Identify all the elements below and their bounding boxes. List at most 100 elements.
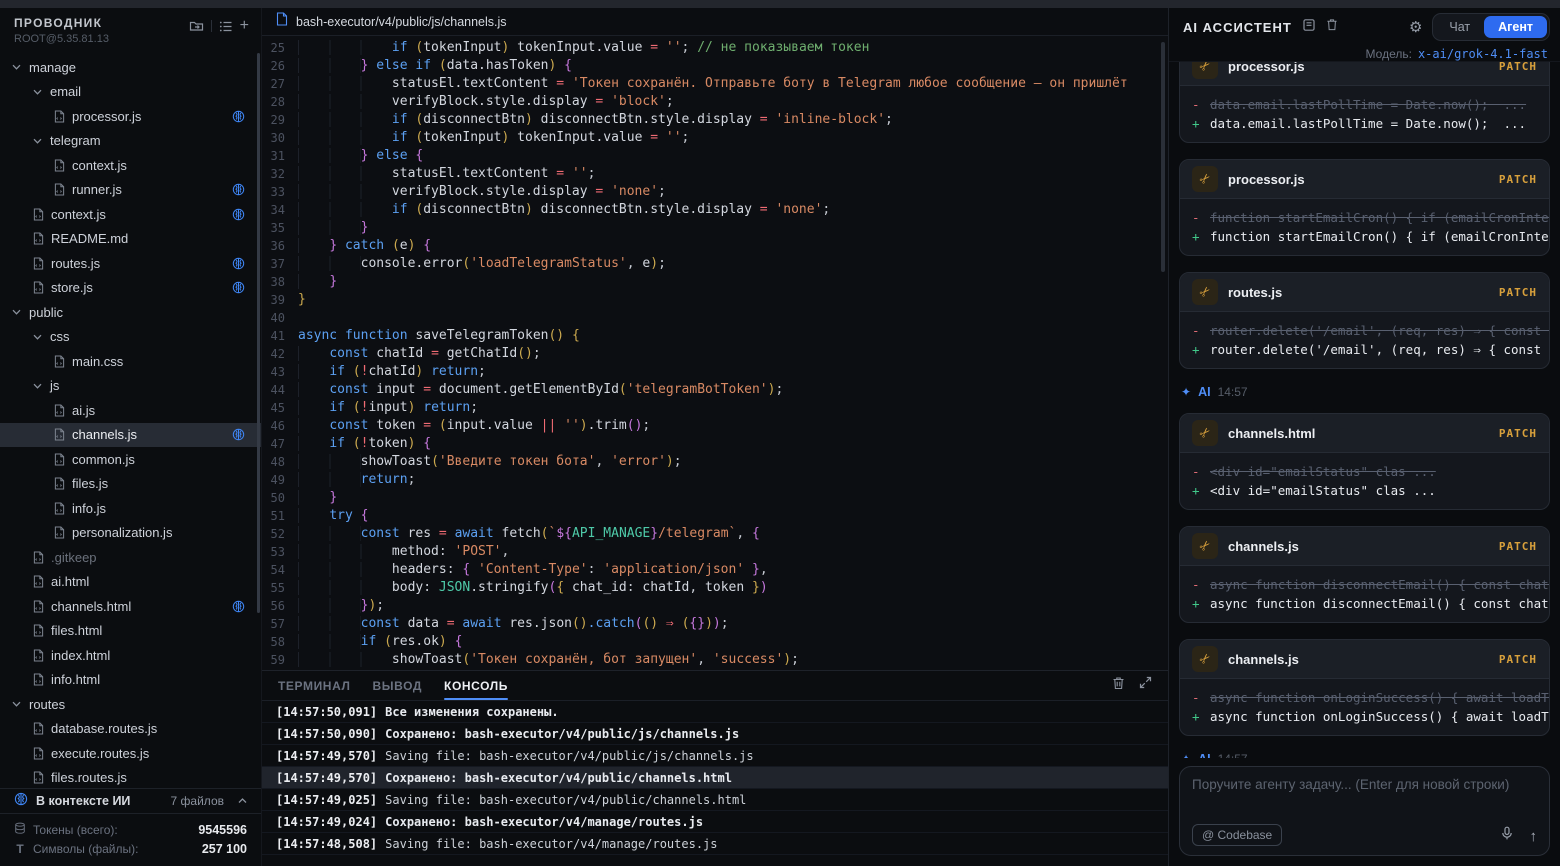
- symbols-label: Символы (файлы):: [33, 842, 138, 856]
- line-number: 25: [262, 39, 298, 57]
- file-icon: [54, 183, 65, 196]
- patch-card-processor.js[interactable]: ✂processor.jsPATCH-data.email.lastPollTi…: [1179, 62, 1550, 143]
- file-icon: [33, 232, 44, 245]
- message-meta-AI: ✦AI14:57: [1181, 385, 1548, 399]
- chevron-up-icon[interactable]: [238, 798, 247, 804]
- trash-icon[interactable]: [1326, 18, 1338, 36]
- list-view-icon[interactable]: [219, 20, 233, 33]
- line-number: 30: [262, 129, 298, 147]
- mode-toggle: Чат Агент: [1432, 13, 1550, 41]
- tree-file-README.md[interactable]: README.md: [0, 227, 261, 252]
- symbols-value: 257 100: [202, 842, 247, 856]
- tab-output[interactable]: ВЫВОД: [373, 671, 423, 700]
- tree-scrollbar[interactable]: [257, 53, 260, 613]
- patch-card-channels.js[interactable]: ✂channels.jsPATCH-async function onLogin…: [1179, 639, 1550, 736]
- line-number: 56: [262, 597, 298, 615]
- tab-terminal[interactable]: ТЕРМИНАЛ: [278, 671, 351, 700]
- microphone-icon[interactable]: [1500, 826, 1514, 846]
- console-log: [14:57:50,091]Все изменения сохранены.[1…: [262, 701, 1168, 866]
- message-meta-AI: ✦AI14:57: [1181, 752, 1548, 758]
- editor-scrollbar[interactable]: [1161, 42, 1165, 272]
- line-number: 29: [262, 111, 298, 129]
- database-icon: [14, 822, 26, 838]
- send-icon[interactable]: ↑: [1530, 828, 1538, 845]
- notes-icon[interactable]: [1302, 18, 1316, 37]
- code-line-28: 28 verifyBlock.style.display = 'block';: [262, 93, 1168, 111]
- tree-file-execute.routes.js[interactable]: execute.routes.js: [0, 741, 261, 766]
- add-file-icon[interactable]: +: [240, 20, 249, 32]
- tokens-label: Токены (всего):: [33, 823, 118, 837]
- tree-file-context.js[interactable]: context.js: [0, 153, 261, 178]
- tree-folder-email[interactable]: email: [0, 80, 261, 105]
- code-line-42: 42 const chatId = getChatId();: [262, 345, 1168, 363]
- line-number: 52: [262, 525, 298, 543]
- tree-file-store.js[interactable]: store.js: [0, 276, 261, 301]
- tree-file-ai.html[interactable]: ai.html: [0, 570, 261, 595]
- tree-file-info.js[interactable]: info.js: [0, 496, 261, 521]
- code-editor[interactable]: 25 if (tokenInput) tokenInput.value = ''…: [262, 36, 1168, 670]
- brain-icon: [232, 257, 245, 270]
- tree-folder-routes[interactable]: routes: [0, 692, 261, 717]
- codebase-chip[interactable]: @ Codebase: [1192, 824, 1282, 846]
- tree-file-processor.js[interactable]: processor.js: [0, 104, 261, 129]
- diff-added-line: +data.email.lastPollTime = Date.now(); .…: [1192, 114, 1537, 133]
- code-line-54: 54 headers: { 'Content-Type': 'applicati…: [262, 561, 1168, 579]
- code-line-27: 27 statusEl.textContent = 'Токен сохранё…: [262, 75, 1168, 93]
- tree-file-info.html[interactable]: info.html: [0, 668, 261, 693]
- tree-file-database.routes.js[interactable]: database.routes.js: [0, 717, 261, 742]
- model-value[interactable]: x-ai/grok-4.1-fast: [1418, 47, 1548, 61]
- scissors-icon: ✂: [1192, 166, 1218, 192]
- tree-file-files.routes.js[interactable]: files.routes.js: [0, 766, 261, 789]
- patch-card-channels.js[interactable]: ✂channels.jsPATCH-async function disconn…: [1179, 526, 1550, 623]
- trash-icon[interactable]: [1112, 676, 1125, 695]
- line-number: 43: [262, 363, 298, 381]
- tree-folder-js[interactable]: js: [0, 374, 261, 399]
- code-line-48: 48 showToast('Введите токен бота', 'erro…: [262, 453, 1168, 471]
- tree-file-context.js[interactable]: context.js: [0, 202, 261, 227]
- tab-console[interactable]: КОНСОЛЬ: [444, 671, 508, 700]
- tree-file-files.js[interactable]: files.js: [0, 472, 261, 497]
- message-time: 14:57: [1218, 385, 1248, 399]
- tree-file-runner.js[interactable]: runner.js: [0, 178, 261, 203]
- file-icon: [33, 575, 44, 588]
- console-log-row: [14:57:48,508]Saving file: bash-executor…: [262, 833, 1168, 855]
- line-number: 33: [262, 183, 298, 201]
- tree-file-main.css[interactable]: main.css: [0, 349, 261, 374]
- patch-card-routes.js[interactable]: ✂routes.jsPATCH-router.delete('/email', …: [1179, 272, 1550, 369]
- tree-folder-css[interactable]: css: [0, 325, 261, 350]
- patch-badge: PATCH: [1499, 653, 1537, 666]
- tree-file-routes.js[interactable]: routes.js: [0, 251, 261, 276]
- chevron-down-icon: [33, 334, 42, 340]
- tree-file-channels.html[interactable]: channels.html: [0, 594, 261, 619]
- tree-folder-telegram[interactable]: telegram: [0, 129, 261, 154]
- agent-task-input[interactable]: [1192, 777, 1537, 821]
- chevron-down-icon: [33, 89, 42, 95]
- code-line-34: 34 if (disconnectBtn) disconnectBtn.styl…: [262, 201, 1168, 219]
- tokens-stat: Токены (всего): 9545596: [14, 820, 247, 839]
- tree-file-common.js[interactable]: common.js: [0, 447, 261, 472]
- gear-icon[interactable]: ⚙: [1409, 18, 1422, 36]
- chevron-down-icon: [12, 64, 21, 70]
- tree-file-files.html[interactable]: files.html: [0, 619, 261, 644]
- open-file-path[interactable]: bash-executor/v4/public/js/channels.js: [296, 15, 507, 29]
- code-line-41: 41async function saveTelegramToken() {: [262, 327, 1168, 345]
- line-number: 37: [262, 255, 298, 273]
- ai-context-bar[interactable]: В контексте ИИ 7 файлов: [0, 788, 261, 814]
- patch-card-channels.html[interactable]: ✂channels.htmlPATCH-<div id="emailStatus…: [1179, 413, 1550, 510]
- tree-file-index.html[interactable]: index.html: [0, 643, 261, 668]
- message-author: AI: [1198, 752, 1211, 758]
- patch-card-processor.js[interactable]: ✂processor.jsPATCH-function startEmailCr…: [1179, 159, 1550, 256]
- chat-tab[interactable]: Чат: [1435, 16, 1484, 38]
- collapse-folders-icon[interactable]: [189, 19, 204, 33]
- file-icon: [54, 404, 65, 417]
- tree-file-ai.js[interactable]: ai.js: [0, 398, 261, 423]
- tree-file-channels.js[interactable]: channels.js: [0, 423, 261, 448]
- tree-file-personalization.js[interactable]: personalization.js: [0, 521, 261, 546]
- tree-folder-manage[interactable]: manage: [0, 55, 261, 80]
- agent-tab[interactable]: Агент: [1484, 16, 1547, 38]
- chevron-down-icon: [12, 309, 21, 315]
- expand-icon[interactable]: [1139, 676, 1152, 695]
- tree-file-.gitkeep[interactable]: .gitkeep: [0, 545, 261, 570]
- code-line-35: 35 }: [262, 219, 1168, 237]
- tree-folder-public[interactable]: public: [0, 300, 261, 325]
